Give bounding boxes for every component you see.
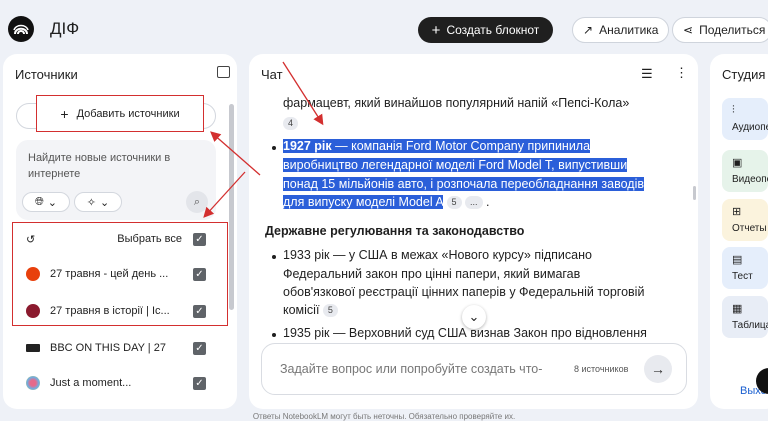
tune-icon[interactable]: ☰ [641, 66, 653, 82]
citation-number[interactable]: 4 [283, 117, 299, 131]
disclaimer-text: Ответы NotebookLM могут быть неточны. Об… [252, 412, 516, 421]
chat-text-line: Федеральний закон про цінні папери, який… [283, 267, 581, 281]
notebook-title[interactable]: ДІФ [50, 19, 79, 39]
report-icon: ⊞ [732, 206, 742, 218]
chat-line: 1927 рік — компанія Ford Motor Company п… [283, 137, 591, 156]
chat-text-line: виробництво легендарної моделі Ford Mode… [283, 158, 628, 172]
chat-line: комісії 5 [283, 301, 338, 320]
chat-text-line: фармацевт, який винайшов популярний напі… [283, 96, 630, 110]
source-label: BBC ON THIS DAY | 27 [50, 342, 166, 354]
bullet [272, 333, 276, 337]
create-notebook-label: Создать блокнот [446, 23, 540, 37]
bullet [272, 146, 276, 150]
chat-text-line: 1933 рік — у США в межах «Нового курсу» … [283, 248, 592, 262]
sparkle-search-icon: ✧ [86, 196, 96, 209]
send-arrow-icon[interactable]: → [644, 355, 672, 383]
chat-input-box[interactable]: Задайте вопрос или попробуйте создать чт… [261, 343, 687, 395]
top-bar: ДІФ + Создать блокнот ↗ Аналитика ⋖ Поде… [0, 0, 768, 56]
source-favicon-icon [26, 267, 40, 281]
audio-icon: ⫶ [732, 104, 735, 116]
chat-text-line: обов'язкової реєстрації цінних паперів у… [283, 285, 645, 299]
chat-line: для випуску моделі Model A 5 ... . [283, 195, 490, 210]
research-mode-dropdown[interactable]: ✧ ⌄ [74, 192, 122, 212]
chat-title: Чат [261, 67, 283, 82]
sources-scrollbar[interactable] [229, 104, 234, 310]
web-source-dropdown[interactable]: 🌐︎ ⌄ [22, 192, 70, 212]
section-heading: Державне регулювання та законодавство [265, 224, 525, 238]
chat-input-placeholder[interactable]: Задайте вопрос или попробуйте создать чт… [280, 362, 542, 376]
chat-text-line: понад 15 мільйонів авто, і розпочала пер… [283, 177, 644, 191]
citation-number[interactable]: 5 [322, 304, 338, 318]
table-icon: ▦ [732, 303, 743, 315]
chevron-down-icon: ⌄ [47, 196, 58, 209]
select-all-icon: ↺ [26, 233, 36, 246]
quiz-icon: ▤ [732, 254, 743, 266]
trending-icon: ↗ [583, 23, 594, 37]
share-icon: ⋖ [683, 23, 694, 37]
collapse-panel-icon[interactable] [217, 66, 230, 78]
analytics-button[interactable]: ↗ Аналитика [572, 17, 670, 43]
chat-scrollbar[interactable] [693, 186, 696, 200]
globe-icon: 🌐︎ [34, 195, 44, 208]
select-all-label: Выбрать все [117, 233, 182, 245]
studio-card-label: Отчеты [732, 223, 767, 234]
search-hint[interactable]: Найдите новые источники в интернете [28, 150, 198, 182]
bullet [272, 255, 276, 259]
source-item[interactable]: 27 травня - цей день ... ✓ [26, 264, 206, 284]
plus-icon: + [60, 105, 69, 122]
share-button[interactable]: ⋖ Поделиться [672, 17, 768, 43]
video-icon: ▣ [732, 157, 743, 169]
source-item[interactable]: BBC ON THIS DAY | 27 ✓ [26, 338, 206, 358]
chat-text-line: комісії [283, 303, 320, 317]
studio-card-label: Тест [732, 271, 753, 282]
app-logo-icon[interactable] [8, 16, 34, 42]
chat-text-line: 1935 рік — Верховний суд США визнав Зако… [283, 326, 647, 340]
source-label: Just a moment... [50, 377, 132, 389]
source-favicon-icon [26, 376, 40, 390]
chat-text-line: — компанія Ford Motor Company припинила [331, 139, 591, 153]
chat-line: виробництво легендарної моделі Ford Mode… [283, 156, 628, 175]
studio-card-label: Таблица [732, 320, 768, 331]
source-item[interactable]: Just a moment... ✓ [26, 373, 206, 393]
source-checkbox[interactable]: ✓ [193, 267, 206, 281]
source-checkbox[interactable]: ✓ [193, 376, 206, 390]
source-checkbox[interactable]: ✓ [193, 304, 206, 318]
chevron-down-icon: ⌄ [100, 196, 110, 209]
studio-card-label: Видеопе [732, 174, 768, 185]
chat-line: понад 15 мільйонів авто, і розпочала пер… [283, 175, 644, 194]
citation-number[interactable]: 5 [446, 196, 462, 210]
plus-icon: + [431, 21, 441, 39]
add-sources-button[interactable]: + Добавить источники [36, 95, 204, 132]
studio-card-reports[interactable]: ⊞ Отчеты [722, 199, 768, 241]
source-label: 27 травня в історії | Іс... [50, 305, 170, 317]
bbc-favicon-icon [26, 344, 40, 352]
year-text: 1927 рік [283, 139, 332, 153]
select-all-checkbox[interactable]: ✓ [193, 232, 206, 246]
studio-card-label: Аудиопе [732, 122, 768, 133]
search-submit-icon[interactable]: ⌕ [186, 191, 208, 213]
chat-text-line: для випуску моделі Model A [283, 195, 444, 209]
studio-card-table[interactable]: ▦ Таблица [722, 296, 768, 338]
source-count: 8 источников [574, 364, 629, 374]
source-checkbox[interactable]: ✓ [193, 341, 206, 355]
add-sources-label: Добавить источники [76, 107, 180, 120]
source-item[interactable]: 27 травня в історії | Іс... ✓ [26, 301, 206, 321]
source-label: 27 травня - цей день ... [50, 268, 169, 280]
citation-more[interactable]: ... [465, 196, 483, 210]
create-notebook-button[interactable]: + Создать блокнот [418, 17, 553, 43]
analytics-label: Аналитика [599, 23, 659, 37]
sources-title: Источники [15, 67, 78, 82]
select-all-row[interactable]: ↺ Выбрать все ✓ [26, 229, 206, 249]
citation-badge[interactable]: 4 [283, 114, 299, 133]
studio-card-video[interactable]: ▣ Видеопе [722, 150, 768, 192]
source-favicon-icon [26, 304, 40, 318]
web-search-card: Найдите новые источники в интернете 🌐︎ ⌄ … [16, 140, 216, 220]
studio-card-audio[interactable]: ⫶ Аудиопе [722, 98, 768, 140]
studio-title: Студия [722, 67, 766, 82]
chat-line: фармацевт, який винайшов популярний напі… [283, 94, 629, 113]
studio-card-quiz[interactable]: ▤ Тест [722, 247, 768, 289]
share-label: Поделиться [699, 23, 766, 37]
more-vert-icon[interactable]: ⋮ [675, 65, 688, 81]
scroll-down-icon[interactable]: ⌄ [462, 305, 486, 329]
